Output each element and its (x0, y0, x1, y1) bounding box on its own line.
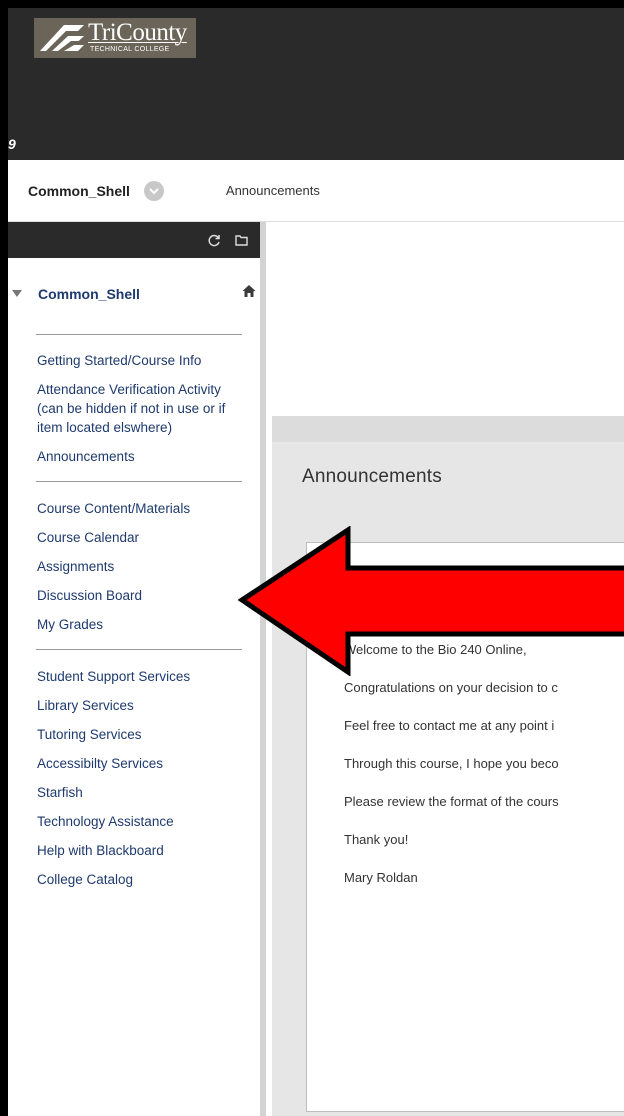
announcement-line: Mary Roldan (344, 870, 418, 885)
top-header: TriCounty TECHNICAL COLLEGE 9 (8, 8, 624, 160)
page-title: Announcements (302, 466, 442, 487)
logo-title: TriCounty (88, 19, 187, 46)
breadcrumb-page: Announcements (225, 183, 320, 198)
breadcrumb: Common_Shell Announcements (8, 160, 624, 222)
collapse-caret-icon[interactable] (12, 290, 22, 297)
announcement-line: Through this course, I hope you beco (344, 756, 559, 771)
nav-technology-assistance[interactable]: Technology Assistance (37, 807, 237, 836)
course-menu: Common_Shell Getting Started/Course Info… (8, 222, 266, 1116)
nav-starfish[interactable]: Starfish (37, 778, 237, 807)
course-banner (272, 222, 624, 416)
banner-strip (272, 416, 624, 442)
announcement-line: Congratulations on your decision to c (344, 680, 558, 695)
nav-library-services[interactable]: Library Services (37, 691, 237, 720)
nav-discussion-board[interactable]: Discussion Board (37, 581, 237, 610)
announcement-line: Feel free to contact me at any point i (344, 718, 555, 733)
menu-group-course-tools: Course Content/Materials Course Calendar… (8, 482, 260, 649)
announcement-line: Thank you! (344, 832, 409, 847)
course-menu-button[interactable] (143, 180, 164, 201)
breadcrumb-course[interactable]: Common_Shell (28, 183, 130, 199)
logo-mark-icon (40, 25, 84, 51)
nav-college-catalog[interactable]: College Catalog (37, 865, 237, 894)
folder-icon[interactable] (235, 234, 248, 246)
course-menu-header: Common_Shell (8, 258, 260, 334)
nav-getting-started[interactable]: Getting Started/Course Info (37, 347, 237, 375)
nav-attendance-verification[interactable]: Attendance Verification Activity (can be… (37, 375, 237, 442)
red-arrow-annotation-icon (238, 526, 624, 676)
page: TriCounty TECHNICAL COLLEGE 9 Common_She… (8, 8, 624, 1116)
nav-assignments[interactable]: Assignments (37, 552, 237, 581)
course-menu-toolbar (8, 222, 260, 258)
nav-course-calendar[interactable]: Course Calendar (37, 523, 237, 552)
corner-glyph: 9 (8, 136, 16, 152)
nav-tutoring-services[interactable]: Tutoring Services (37, 720, 237, 749)
nav-announcements[interactable]: Announcements (37, 442, 237, 471)
nav-student-support[interactable]: Student Support Services (37, 662, 237, 691)
chevron-down-icon (149, 187, 159, 194)
logo-subtitle: TECHNICAL COLLEGE (90, 46, 170, 53)
nav-course-content[interactable]: Course Content/Materials (37, 494, 237, 523)
menu-group-course-info: Getting Started/Course Info Attendance V… (8, 335, 260, 481)
announcement-line: Please review the format of the cours (344, 794, 559, 809)
course-menu-title[interactable]: Common_Shell (38, 286, 140, 302)
home-icon[interactable] (242, 284, 256, 298)
refresh-icon[interactable] (208, 234, 221, 247)
nav-accessibility-services[interactable]: Accessibilty Services (37, 749, 237, 778)
menu-group-support: Student Support Services Library Service… (8, 650, 260, 904)
college-logo[interactable]: TriCounty TECHNICAL COLLEGE (34, 18, 196, 58)
nav-my-grades[interactable]: My Grades (37, 610, 237, 639)
nav-help-blackboard[interactable]: Help with Blackboard (37, 836, 237, 865)
